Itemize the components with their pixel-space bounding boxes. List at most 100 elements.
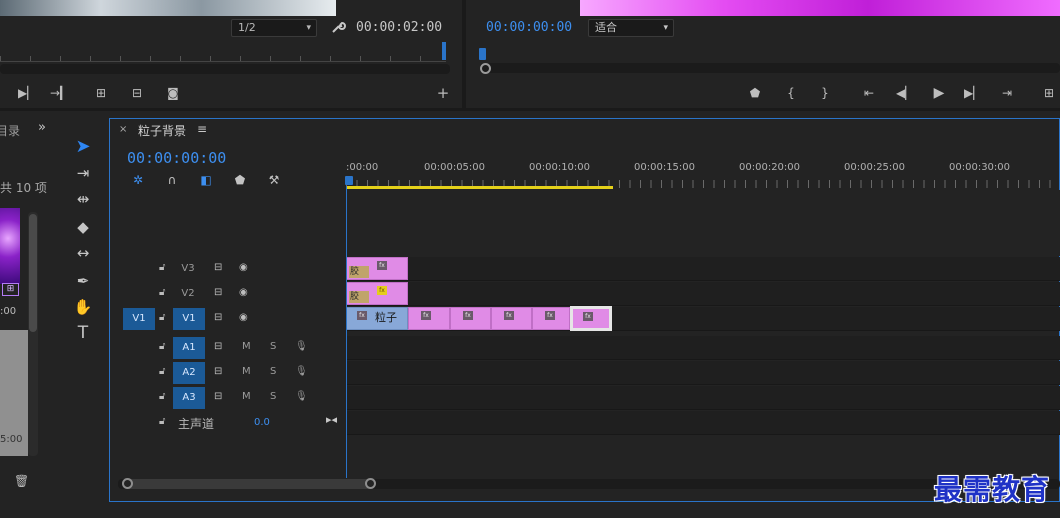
sync-lock-icon[interactable]: ⊟ — [214, 262, 222, 273]
eye-icon[interactable]: ◉ — [239, 287, 248, 298]
sync-lock-icon[interactable]: ⊟ — [214, 391, 222, 402]
go-to-in-icon[interactable]: ⇤ — [860, 84, 878, 102]
lock-icon[interactable]: 🔓︎ — [159, 262, 165, 273]
master-volume-value[interactable]: 0.0 — [254, 417, 270, 428]
mute-button[interactable]: M — [242, 391, 251, 402]
panel-overflow-icon[interactable]: » — [38, 120, 46, 135]
go-to-out-icon[interactable]: →▎ — [50, 84, 69, 102]
eye-icon[interactable]: ◉ — [239, 262, 248, 273]
sequence-tab[interactable]: 粒子背景 — [138, 122, 186, 139]
program-zoom-scrollbar[interactable] — [480, 63, 1060, 73]
clip-v1[interactable]: fx — [491, 307, 532, 330]
zoom-fit-dropdown[interactable]: 适合 ▾ — [588, 19, 674, 37]
eye-icon[interactable]: ◉ — [239, 312, 248, 323]
clip-v3[interactable]: 胶 fx — [346, 257, 408, 280]
track-name[interactable]: V2 — [173, 287, 203, 301]
type-tool-icon[interactable]: T — [72, 322, 94, 344]
source-playhead[interactable] — [442, 42, 446, 60]
play-icon[interactable]: ▶ — [930, 84, 948, 102]
insert-icon[interactable]: ⊞ — [92, 84, 110, 102]
track-target-a2[interactable]: A2 — [173, 362, 205, 384]
timeline-timecode[interactable]: 00:00:00:00 — [127, 149, 226, 167]
mark-out-icon[interactable]: } — [816, 84, 834, 102]
pen-tool-icon[interactable]: ✒ — [72, 270, 94, 292]
hand-tool-icon[interactable]: ✋ — [72, 296, 94, 318]
microphone-icon[interactable]: 🎙︎ — [295, 341, 308, 352]
go-to-out-icon[interactable]: ⇥ — [998, 84, 1016, 102]
linked-selection-icon[interactable]: ◧ — [198, 172, 214, 188]
clip-v1[interactable]: fx — [450, 307, 491, 330]
mute-button[interactable]: M — [242, 341, 251, 352]
wrench-icon[interactable] — [330, 19, 346, 35]
source-zoom-scrollbar[interactable] — [0, 64, 450, 74]
solo-button[interactable]: S — [270, 341, 276, 352]
clip-v1-selected[interactable]: fx — [570, 306, 612, 331]
lock-icon[interactable]: 🔓︎ — [159, 312, 165, 323]
marker-icon[interactable]: ⬟ — [746, 84, 764, 102]
scrollbar-handle[interactable] — [122, 478, 133, 489]
lock-icon[interactable]: 🔓︎ — [159, 341, 165, 352]
clip-v1[interactable]: fx — [408, 307, 450, 330]
step-forward-icon[interactable]: ▶▏ — [18, 84, 36, 102]
project-item-thumbnail[interactable] — [0, 208, 20, 284]
source-patch-v1[interactable]: V1 — [123, 308, 155, 330]
track-lane-a3[interactable] — [346, 386, 1060, 410]
snap-icon[interactable]: ∩ — [164, 172, 180, 188]
source-time-ruler[interactable] — [0, 42, 446, 62]
razor-tool-icon[interactable]: ◆ — [72, 216, 94, 238]
camera-icon[interactable]: ◙ — [164, 84, 182, 102]
track-name[interactable]: V3 — [173, 262, 203, 276]
track-target-v1[interactable]: V1 — [173, 308, 205, 330]
track-target-a1[interactable]: A1 — [173, 337, 205, 359]
lock-icon[interactable]: 🔓︎ — [159, 391, 165, 402]
ripple-edit-tool-icon[interactable]: ⇹ — [72, 188, 94, 210]
solo-button[interactable]: S — [270, 391, 276, 402]
program-timecode[interactable]: 00:00:00:00 — [486, 20, 572, 35]
mute-button[interactable]: M — [242, 366, 251, 377]
sync-lock-icon[interactable]: ⊟ — [214, 312, 222, 323]
scrollbar-handle[interactable] — [480, 63, 491, 74]
microphone-icon[interactable]: 🎙︎ — [295, 391, 308, 402]
scrollbar-thumb[interactable] — [122, 479, 372, 489]
step-forward-icon[interactable]: ▶▏ — [964, 84, 982, 102]
track-select-tool-icon[interactable]: ⇥ — [72, 162, 94, 184]
track-lane-v2[interactable] — [346, 282, 1060, 306]
playhead-handle[interactable] — [345, 176, 353, 185]
close-icon[interactable]: × — [119, 124, 127, 135]
track-lane-a1[interactable] — [346, 336, 1060, 360]
scrollbar-handle[interactable] — [365, 478, 376, 489]
lock-icon[interactable]: 🔓︎ — [159, 416, 165, 427]
add-marker-icon[interactable]: ⬟ — [232, 172, 248, 188]
lock-icon[interactable]: 🔓︎ — [159, 366, 165, 377]
sync-lock-icon[interactable]: ⊟ — [214, 341, 222, 352]
lock-icon[interactable]: 🔓︎ — [159, 287, 165, 298]
solo-button[interactable]: S — [270, 366, 276, 377]
mark-in-icon[interactable]: { — [782, 84, 800, 102]
track-lane-a2[interactable] — [346, 361, 1060, 385]
source-timecode[interactable]: 00:00:02:00 — [356, 20, 442, 35]
clip-v1[interactable]: fx — [532, 307, 570, 330]
trash-icon[interactable]: 🗑 — [14, 474, 29, 488]
sync-lock-icon[interactable]: ⊟ — [214, 366, 222, 377]
add-button-icon[interactable]: + — [434, 84, 452, 102]
microphone-icon[interactable]: 🎙︎ — [295, 366, 308, 377]
slip-tool-icon[interactable]: ↔ — [72, 242, 94, 264]
nest-icon[interactable]: ✲ — [130, 172, 146, 188]
playhead-line[interactable] — [346, 186, 347, 478]
track-target-a3[interactable]: A3 — [173, 387, 205, 409]
go-to-end-icon[interactable]: ▸◂ — [326, 413, 337, 426]
panel-divider[interactable] — [0, 108, 1060, 111]
clip-v2[interactable]: 胶 fx — [346, 282, 408, 305]
sync-lock-icon[interactable]: ⊟ — [214, 287, 222, 298]
lift-icon[interactable]: ⊞ — [1040, 84, 1058, 102]
menu-icon[interactable]: ≡ — [197, 122, 207, 136]
track-lane-v3[interactable] — [346, 257, 1060, 281]
program-playhead[interactable] — [479, 48, 486, 60]
resolution-dropdown[interactable]: 1/2 ▾ — [231, 19, 317, 37]
track-lane-master[interactable] — [346, 411, 1060, 435]
step-back-icon[interactable]: ◀▏ — [896, 84, 914, 102]
wrench-icon[interactable]: ⚒ — [266, 172, 282, 188]
project-tab[interactable]: 目录 — [0, 122, 20, 139]
work-area-bar[interactable] — [346, 186, 613, 189]
selection-tool-icon[interactable]: ➤ — [72, 136, 94, 158]
